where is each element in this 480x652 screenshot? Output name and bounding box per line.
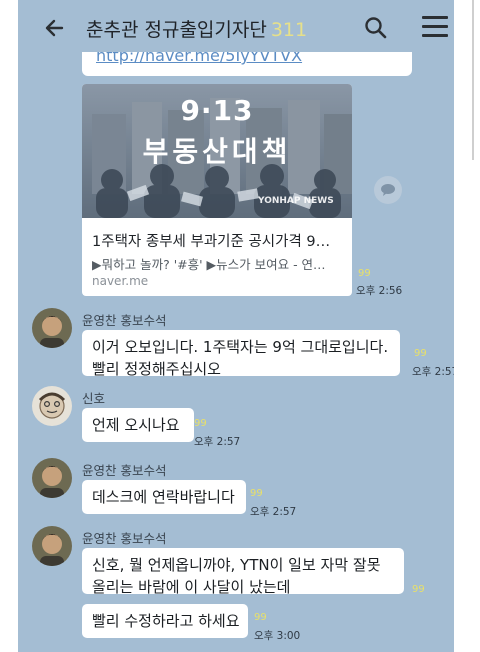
message-bubble[interactable]: 빨리 수정하라고 하세요 bbox=[82, 604, 248, 638]
unread-count: 99 bbox=[358, 268, 371, 279]
screen-edge-divider bbox=[472, 0, 474, 160]
link-preview-domain: naver.me bbox=[92, 274, 149, 288]
news-agency-logo: YONHAP NEWS bbox=[258, 196, 334, 206]
unread-count: 99 bbox=[414, 348, 427, 359]
message-text-line: 이거 오보입니다. 1주택자는 9억 그대로입니다. bbox=[92, 338, 389, 356]
unread-count: 99 bbox=[250, 488, 263, 499]
arrow-left-icon[interactable] bbox=[42, 14, 70, 42]
message-text-line: 데스크에 연락바랍니다 bbox=[92, 488, 235, 506]
share-icon[interactable] bbox=[374, 176, 402, 204]
avatar[interactable] bbox=[32, 308, 72, 348]
sender-name: 신호 bbox=[82, 391, 106, 406]
menu-icon[interactable] bbox=[422, 16, 448, 40]
avatar[interactable] bbox=[32, 526, 72, 566]
message-time: 오후 2:57 bbox=[250, 506, 297, 518]
unread-count: 99 bbox=[194, 418, 207, 429]
message-time: 오후 2:56 bbox=[356, 285, 403, 297]
avatar[interactable] bbox=[32, 458, 72, 498]
sender-name: 윤영찬 홍보수석 bbox=[82, 463, 167, 478]
sender-name: 윤영찬 홍보수석 bbox=[82, 531, 167, 546]
message-text-line: 언제 오시나요 bbox=[92, 416, 180, 434]
message-time: 오후 3:00 bbox=[254, 630, 301, 642]
message-bubble[interactable]: 언제 오시나요 bbox=[82, 408, 194, 442]
message-text-line: 신호, 뭘 언제옵니까야, YTN이 일보 자막 잘못 bbox=[92, 556, 381, 574]
chat-room-title: 춘추관 정규출입기자단 311 bbox=[86, 15, 307, 42]
message-time: 오후 2:57 bbox=[412, 366, 454, 378]
message-bubble[interactable]: 데스크에 연락바랍니다 bbox=[82, 480, 246, 514]
link-preview-card[interactable]: 9·13 부동산대책 YONHAP NEWS 1주택자 종부세 부과기준 공시가… bbox=[82, 84, 352, 296]
unread-count: 99 bbox=[254, 612, 267, 623]
message-text-line: 빨리 수정하라고 하세요 bbox=[92, 612, 240, 630]
avatar[interactable] bbox=[32, 386, 72, 426]
link-preview-image: 9·13 부동산대책 YONHAP NEWS bbox=[82, 84, 352, 218]
unread-count: 99 bbox=[412, 584, 425, 595]
image-headline: 부동산대책 bbox=[142, 135, 292, 168]
chat-header: 춘추관 정규출입기자단 311 bbox=[18, 0, 454, 56]
chat-room-name: 춘추관 정규출입기자단 bbox=[86, 19, 267, 41]
chat-screen: 춘추관 정규출입기자단311 http://naver.me/5IyYVTVX bbox=[18, 0, 454, 652]
link-preview-title: 1주택자 종부세 부과기준 공시가격 9… bbox=[92, 234, 331, 250]
image-headline-date: 9·13 bbox=[180, 94, 254, 127]
message-time: 오후 2:57 bbox=[194, 436, 241, 448]
message-bubble[interactable]: 신호, 뭘 언제옵니까야, YTN이 일보 자막 잘못 올리는 바람에 이 사달… bbox=[82, 548, 404, 596]
search-icon[interactable] bbox=[362, 14, 390, 42]
link-url[interactable]: http://naver.me/5IyYVTVX bbox=[96, 52, 302, 65]
message-text-line: 올리는 바람에 이 사달이 났는데 bbox=[92, 578, 291, 596]
sender-name: 윤영찬 홍보수석 bbox=[82, 313, 167, 328]
message-bubble[interactable]: 이거 오보입니다. 1주택자는 9억 그대로입니다. 빨리 정정해주십시오 bbox=[82, 330, 400, 378]
message-text-line: 빨리 정정해주십시오 bbox=[92, 360, 221, 378]
member-count: 311 bbox=[270, 19, 308, 41]
link-url-bubble[interactable]: http://naver.me/5IyYVTVX bbox=[82, 52, 412, 76]
link-preview-description: ▶뭐하고 놀까? '#흥' ▶뉴스가 보여요 - 연… bbox=[92, 257, 326, 272]
